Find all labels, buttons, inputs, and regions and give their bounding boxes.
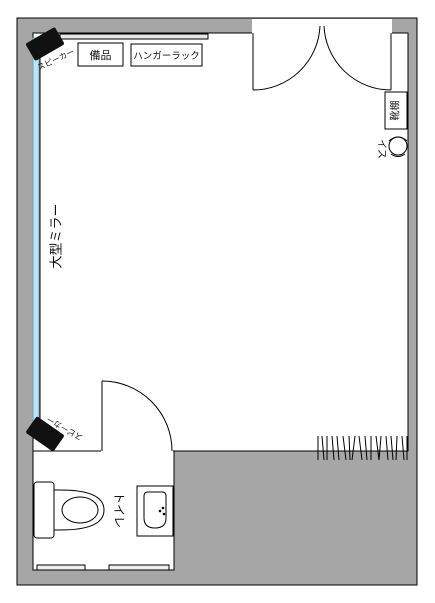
- entrance-door-gap: [252, 19, 392, 34]
- top-shelf: [59, 33, 209, 40]
- toilet-label: トイレ: [112, 492, 126, 528]
- hanger-rack-label: ハンガーラック: [133, 51, 200, 62]
- studio-floor: [32, 32, 409, 452]
- toilet-window-right: [108, 564, 170, 571]
- large-mirror: [32, 37, 40, 433]
- toilet-window-left: [36, 564, 86, 571]
- supplies-label: 備品: [90, 49, 112, 62]
- toilet-door-gap: [101, 450, 173, 453]
- chair-label: イス: [376, 139, 387, 159]
- shoe-rack-label: 靴棚: [389, 101, 402, 121]
- floor-plan: 備品 ハンガーラック 靴棚 イス スピーカー スピーカー 大型ミラー トイレ: [16, 17, 418, 586]
- sink-icon: [136, 485, 174, 537]
- mirror-label: 大型ミラー: [50, 203, 65, 268]
